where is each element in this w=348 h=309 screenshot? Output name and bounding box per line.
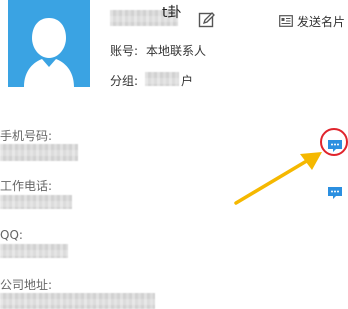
annotation-arrow-icon [234,152,322,205]
qq-value-obscured [0,244,68,258]
contact-name-tail: t卦 [162,5,182,21]
work-phone-value-obscured [0,195,72,209]
work-phone-label: 工作电话: [0,179,53,193]
contact-avatar [8,0,90,87]
group-value-obscured [145,72,179,86]
address-label: 公司地址: [0,278,53,292]
address-value-obscured [0,293,155,309]
phone-value-obscured [0,144,78,161]
person-silhouette-icon [24,18,74,87]
phone-label: 手机号码: [0,129,53,143]
account-label: 账号: [110,44,139,58]
edit-pencil-icon[interactable] [198,11,216,29]
send-card-button[interactable]: 发送名片 [279,12,345,30]
account-value: 本地联系人 [146,44,207,58]
card-icon [279,15,293,27]
qq-label: QQ: [0,228,23,242]
group-value-tail: 户 [181,74,194,88]
group-label: 分组: [110,74,139,88]
send-card-label: 发送名片 [297,14,346,29]
